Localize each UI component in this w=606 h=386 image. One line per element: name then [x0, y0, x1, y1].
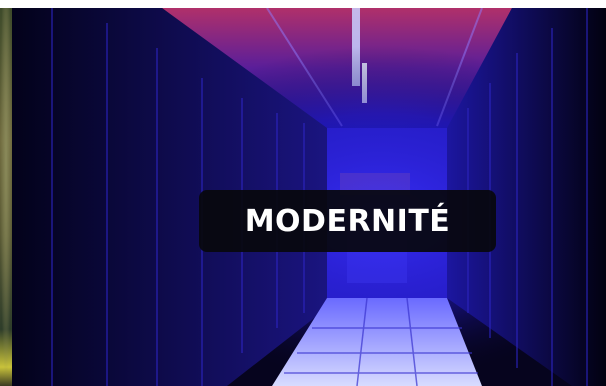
datacenter-corridor-image: MODERNITÉ [12, 8, 606, 386]
image-carousel[interactable]: MODERNITÉ [0, 0, 606, 386]
previous-slide-image[interactable] [0, 8, 12, 386]
slide-caption: MODERNITÉ [199, 190, 496, 252]
